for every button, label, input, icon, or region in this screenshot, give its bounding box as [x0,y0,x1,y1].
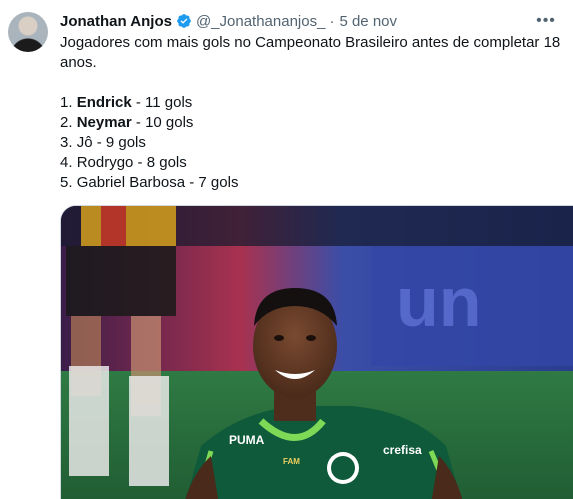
author-handle[interactable]: @_Jonathananjos_ [196,13,326,30]
header-separator: · [329,12,335,30]
list-item: 3. Jô - 9 gols [60,134,146,151]
author-avatar[interactable] [8,12,48,52]
jersey-sponsor: crefisa [383,443,422,457]
tweet-text: Jogadores com mais gols no Campeonato Br… [60,33,572,193]
tweet-date[interactable]: 5 de nov [339,13,397,30]
verified-badge-icon [177,14,191,28]
list-item: 5. Gabriel Barbosa - 7 gols [60,174,239,191]
list-item: 1. Endrick - 11 gols [60,94,193,111]
tweet-intro-text: Jogadores com mais gols no Campeonato Br… [60,34,561,71]
photo-player-smiling: un PUMA crefisa FAM [61,206,573,499]
jersey-sponsor: FAM [283,457,300,466]
list-item: 4. Rodrygo - 8 gols [60,154,187,171]
list-item: 2. Neymar - 10 gols [60,114,194,131]
author-name[interactable]: Jonathan Anjos [60,13,172,30]
jersey-sponsor: PUMA [229,433,265,447]
tweet[interactable]: Jonathan Anjos @_Jonathananjos_ · 5 de n… [0,0,573,499]
svg-text:un: un [396,263,482,341]
tweet-header: Jonathan Anjos @_Jonathananjos_ · 5 de n… [60,10,561,32]
more-options-icon[interactable]: ••• [535,10,557,32]
tweet-photo[interactable]: un PUMA crefisa FAM [60,205,573,499]
